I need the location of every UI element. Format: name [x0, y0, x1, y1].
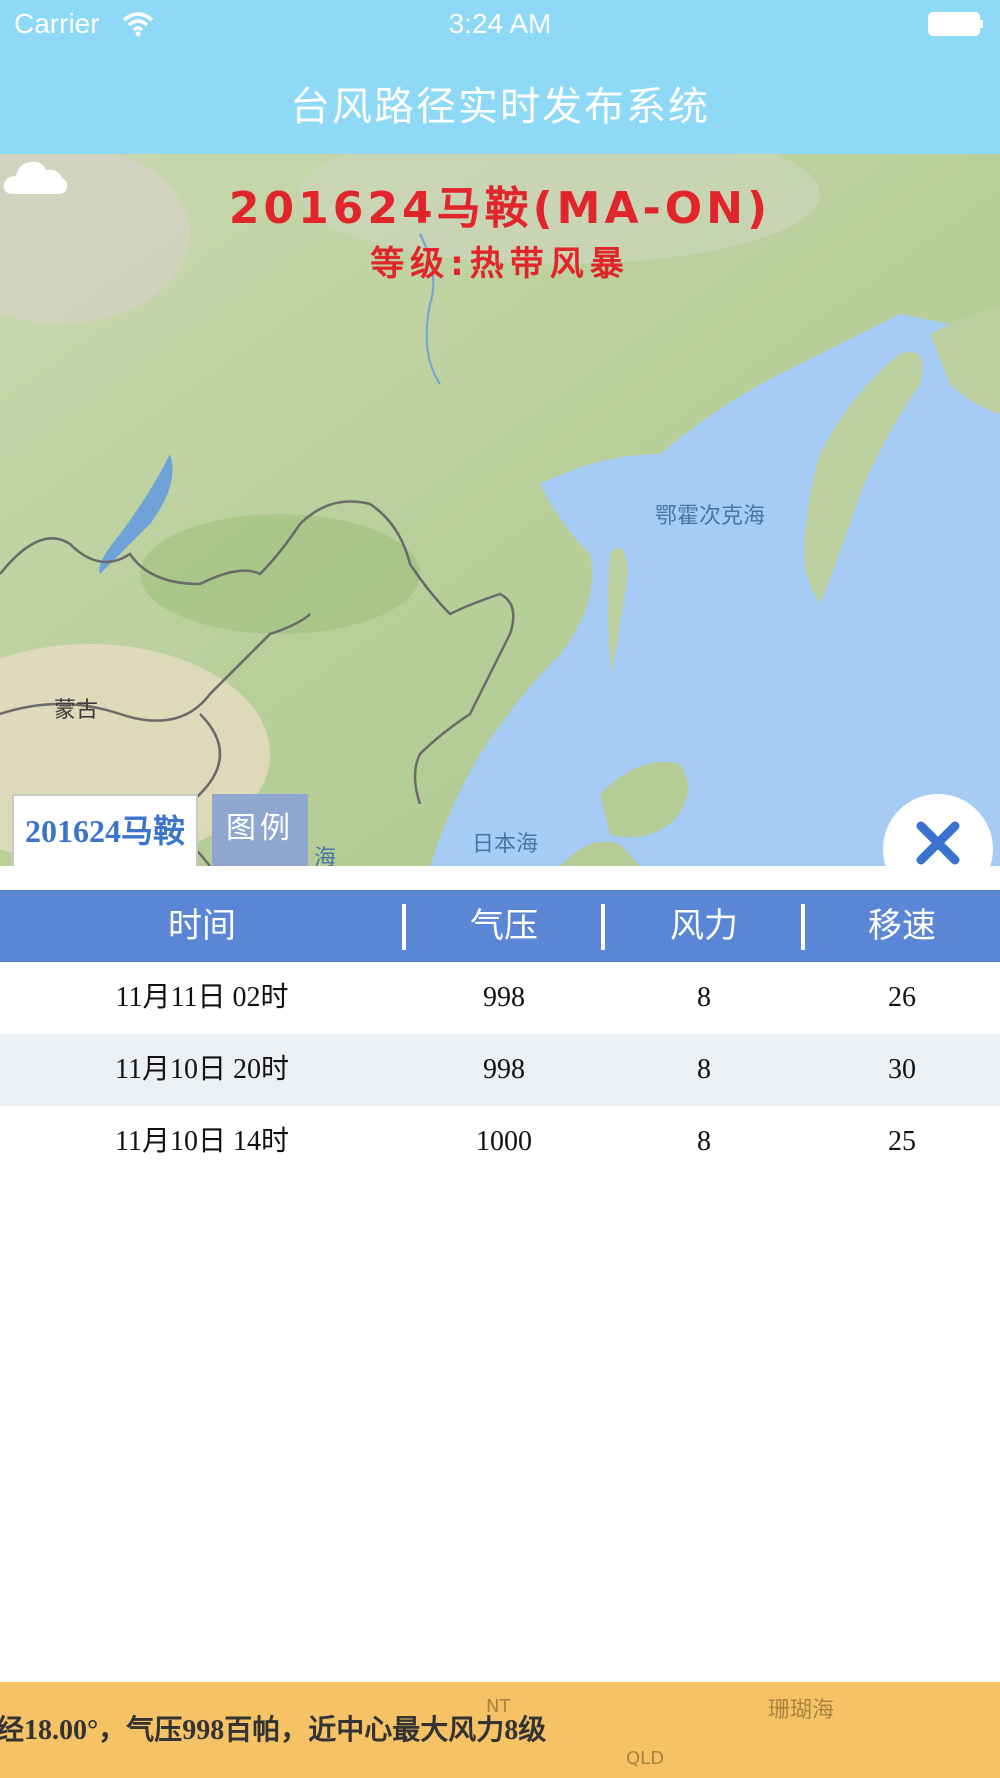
- tab-legend[interactable]: 图例: [212, 794, 308, 866]
- table-row[interactable]: 11月10日 20时 998 8 30: [0, 1034, 1000, 1106]
- cell-speed: 25: [888, 1126, 916, 1157]
- header-wind: 风力: [670, 906, 738, 946]
- cell-wind: 8: [697, 982, 711, 1013]
- header-time: 时间: [168, 906, 236, 946]
- ticker-text: 经18.00°，气压998百帕，近中心最大风力8级: [0, 1715, 547, 1746]
- storm-title: 201624马鞍(MA-ON): [228, 183, 772, 234]
- track-table: 时间 气压 风力 移速 11月11日 02时 998 8 26 11月10日 2…: [0, 890, 1000, 1178]
- header-speed: 移速: [868, 906, 936, 946]
- map-label-sea-partial: 海: [314, 846, 337, 866]
- cell-speed: 30: [888, 1054, 916, 1085]
- ticker-map-label-coral-sea: 珊瑚海: [768, 1698, 835, 1723]
- cell-pressure: 1000: [476, 1126, 532, 1157]
- close-button[interactable]: [883, 794, 993, 904]
- page-title: 台风路径实时发布系统: [290, 84, 710, 130]
- tab-storm[interactable]: 201624马鞍: [12, 794, 198, 866]
- storm-level: 等级:热带风暴: [370, 244, 630, 284]
- cloud-icon[interactable]: [0, 154, 70, 198]
- map-label-mongolia: 蒙古: [54, 698, 99, 723]
- map-label-okhotsk-sea: 鄂霍次克海: [655, 504, 766, 529]
- battery-icon: [928, 12, 983, 36]
- status-bar: Carrier 3:24 AM: [0, 0, 1000, 52]
- header-divider: [601, 904, 605, 950]
- app-header: 台风路径实时发布系统: [0, 52, 1000, 154]
- cell-time: 11月10日 20时: [115, 1054, 289, 1085]
- cell-time: 11月10日 14时: [115, 1126, 289, 1157]
- map-label-japan-sea: 日本海: [472, 832, 539, 857]
- status-time: 3:24 AM: [448, 8, 552, 39]
- cell-pressure: 998: [483, 1054, 525, 1085]
- header-pressure: 气压: [470, 906, 538, 946]
- cell-speed: 26: [888, 982, 916, 1013]
- close-icon: [916, 821, 960, 865]
- table-row[interactable]: 11月11日 02时 998 8 26: [0, 962, 1000, 1034]
- ticker-map-label-qld: QLD: [626, 1748, 665, 1769]
- map-view[interactable]: 201624马鞍(MA-ON) 等级:热带风暴 鄂霍次克海 蒙古 日本海 海: [0, 154, 1000, 866]
- cell-wind: 8: [697, 1054, 711, 1085]
- header-divider: [402, 904, 406, 950]
- cell-pressure: 998: [483, 982, 525, 1013]
- cell-wind: 8: [697, 1126, 711, 1157]
- cell-time: 11月11日 02时: [115, 982, 289, 1013]
- info-ticker[interactable]: NT QLD 珊瑚海 经18.00°，气压998百帕，近中心最大风力8级: [0, 1682, 1000, 1778]
- table-row[interactable]: 11月10日 14时 1000 8 25: [0, 1106, 1000, 1178]
- header-divider: [801, 904, 805, 950]
- table-header: 时间 气压 风力 移速: [0, 890, 1000, 962]
